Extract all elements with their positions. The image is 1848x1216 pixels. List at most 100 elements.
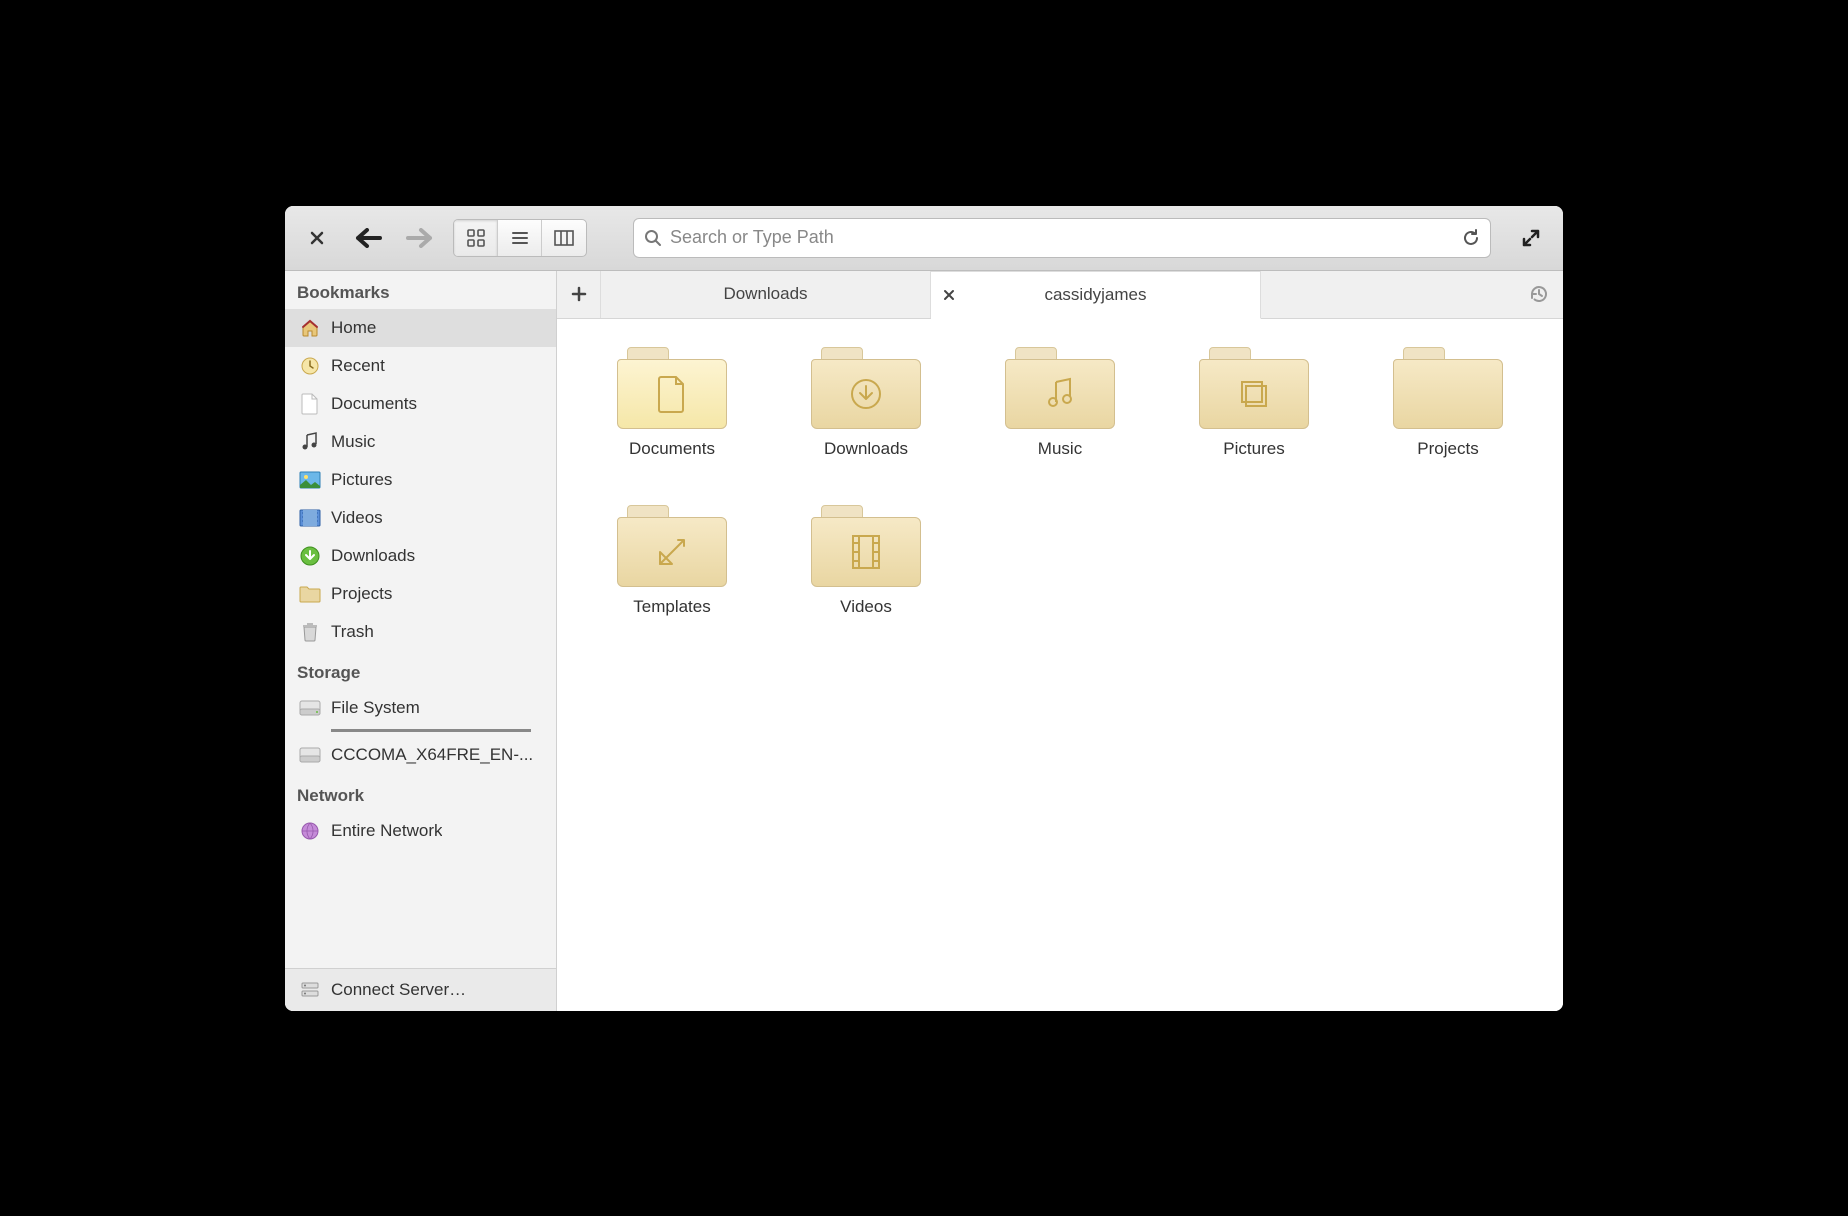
- tab-label: Downloads: [723, 284, 807, 304]
- sidebar-item-label: File System: [331, 698, 420, 718]
- server-icon: [299, 979, 321, 1001]
- nav-arrows: [351, 220, 437, 256]
- sidebar-item-network[interactable]: Entire Network: [285, 812, 556, 850]
- download-glyph-icon: [848, 376, 884, 412]
- folder-label: Projects: [1417, 439, 1478, 459]
- tab-downloads[interactable]: Downloads: [601, 271, 931, 318]
- sidebar-item-label: Recent: [331, 356, 385, 376]
- folder-icon: [1005, 347, 1115, 429]
- search-bar[interactable]: [633, 218, 1491, 258]
- home-icon: [299, 317, 321, 339]
- sidebar-item-label: Pictures: [331, 470, 392, 490]
- videos-icon: [299, 507, 321, 529]
- document-glyph-icon: [657, 375, 687, 413]
- folder-label: Downloads: [824, 439, 908, 459]
- refresh-icon[interactable]: [1462, 229, 1480, 247]
- content-area[interactable]: Documents Downloads Music Pictures Projects T…: [557, 319, 1563, 1011]
- sidebar-item-label: Downloads: [331, 546, 415, 566]
- sidebar-item-label: Documents: [331, 394, 417, 414]
- fullscreen-button[interactable]: [1513, 220, 1549, 256]
- drive-icon: [299, 697, 321, 719]
- folder-label: Templates: [633, 597, 710, 617]
- download-icon: [299, 545, 321, 567]
- list-view-button[interactable]: [498, 220, 542, 256]
- folder-downloads[interactable]: Downloads: [775, 347, 957, 459]
- sidebar-item-documents[interactable]: Documents: [285, 385, 556, 423]
- history-button[interactable]: [1515, 271, 1563, 318]
- sidebar: Bookmarks Home Recent Documents Music Pi…: [285, 271, 557, 1011]
- folder-label: Pictures: [1223, 439, 1284, 459]
- folder-pictures[interactable]: Pictures: [1163, 347, 1345, 459]
- history-icon: [1529, 284, 1549, 304]
- sidebar-item-pictures[interactable]: Pictures: [285, 461, 556, 499]
- sidebar-item-label: Entire Network: [331, 821, 442, 841]
- folder-label: Music: [1038, 439, 1082, 459]
- tab-label: cassidyjames: [1044, 285, 1146, 305]
- folder-icon: [617, 505, 727, 587]
- folder-icon: [811, 347, 921, 429]
- back-button[interactable]: [351, 220, 387, 256]
- music-glyph-icon: [1042, 376, 1078, 412]
- columns-icon: [554, 230, 574, 246]
- folder-icon: [1199, 347, 1309, 429]
- sidebar-item-volume[interactable]: CCCOMA_X64FRE_EN-...: [285, 736, 556, 774]
- folder-templates[interactable]: Templates: [581, 505, 763, 617]
- search-icon: [644, 229, 662, 247]
- sidebar-section-storage: Storage: [285, 651, 556, 689]
- sidebar-section-network: Network: [285, 774, 556, 812]
- sidebar-item-label: Music: [331, 432, 375, 452]
- window-body: Bookmarks Home Recent Documents Music Pi…: [285, 271, 1563, 1011]
- sidebar-item-label: Home: [331, 318, 376, 338]
- sidebar-item-videos[interactable]: Videos: [285, 499, 556, 537]
- folder-projects[interactable]: Projects: [1357, 347, 1539, 459]
- picture-glyph-icon: [1236, 376, 1272, 412]
- tab-bar: Downloads cassidyjames: [557, 271, 1563, 319]
- toolbar: [285, 206, 1563, 271]
- tab-spacer: [1261, 271, 1515, 318]
- trash-icon: [299, 621, 321, 643]
- folder-icon: [1393, 347, 1503, 429]
- pictures-icon: [299, 469, 321, 491]
- forward-button[interactable]: [401, 220, 437, 256]
- plus-icon: [571, 286, 587, 302]
- sidebar-footer: Connect Server…: [285, 968, 556, 1011]
- music-icon: [299, 431, 321, 453]
- close-button[interactable]: [299, 220, 335, 256]
- folder-grid: Documents Downloads Music Pictures Projects T…: [581, 347, 1539, 617]
- folder-documents[interactable]: Documents: [581, 347, 763, 459]
- template-glyph-icon: [654, 534, 690, 570]
- file-manager-window: Bookmarks Home Recent Documents Music Pi…: [285, 206, 1563, 1011]
- expand-icon: [1522, 229, 1540, 247]
- sidebar-item-label: CCCOMA_X64FRE_EN-...: [331, 745, 533, 765]
- folder-label: Videos: [840, 597, 892, 617]
- new-tab-button[interactable]: [557, 271, 601, 318]
- sidebar-item-recent[interactable]: Recent: [285, 347, 556, 385]
- main-panel: Downloads cassidyjames Documents Download…: [557, 271, 1563, 1011]
- column-view-button[interactable]: [542, 220, 586, 256]
- folder-label: Documents: [629, 439, 715, 459]
- sidebar-item-home[interactable]: Home: [285, 309, 556, 347]
- sidebar-item-music[interactable]: Music: [285, 423, 556, 461]
- tab-close-button[interactable]: [943, 289, 955, 301]
- tab-cassidyjames[interactable]: cassidyjames: [931, 271, 1261, 319]
- sidebar-item-trash[interactable]: Trash: [285, 613, 556, 651]
- drive-icon: [299, 744, 321, 766]
- video-glyph-icon: [851, 534, 881, 570]
- folder-music[interactable]: Music: [969, 347, 1151, 459]
- sidebar-item-label: Trash: [331, 622, 374, 642]
- search-input[interactable]: [670, 227, 1454, 248]
- list-icon: [511, 229, 529, 247]
- sidebar-item-downloads[interactable]: Downloads: [285, 537, 556, 575]
- icon-view-button[interactable]: [454, 220, 498, 256]
- sidebar-item-filesystem[interactable]: File System: [285, 689, 556, 727]
- connect-server-button[interactable]: Connect Server…: [285, 969, 556, 1011]
- view-mode-switch: [453, 219, 587, 257]
- clock-icon: [299, 355, 321, 377]
- sidebar-item-label: Projects: [331, 584, 392, 604]
- storage-usage-bar: [331, 729, 531, 732]
- folder-icon: [299, 583, 321, 605]
- sidebar-item-projects[interactable]: Projects: [285, 575, 556, 613]
- folder-videos[interactable]: Videos: [775, 505, 957, 617]
- folder-icon: [617, 347, 727, 429]
- network-icon: [299, 820, 321, 842]
